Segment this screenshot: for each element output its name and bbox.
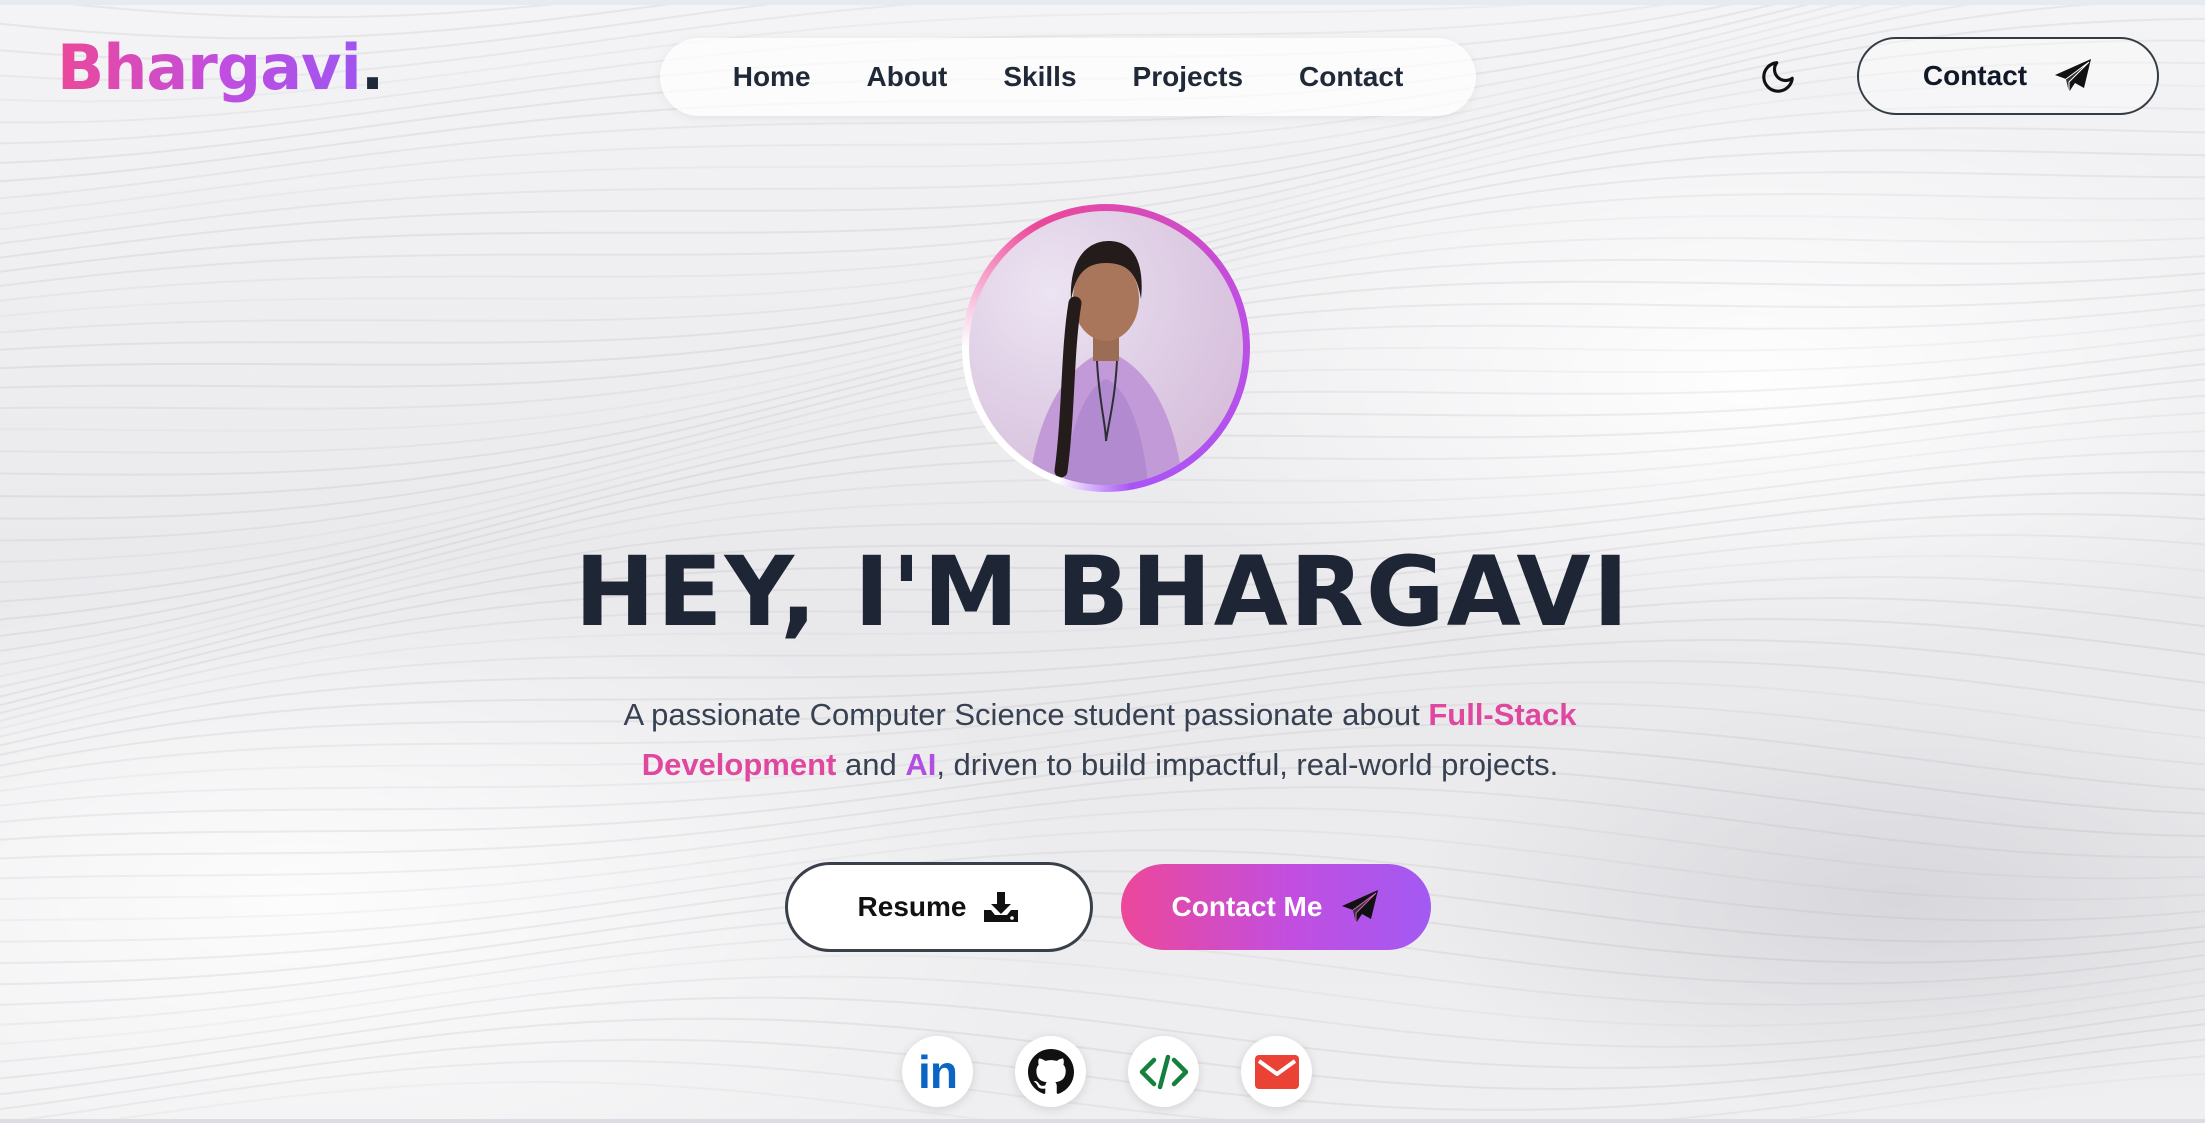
linkedin-link[interactable]: in [902, 1036, 973, 1107]
nav-contact[interactable]: Contact [1299, 61, 1403, 93]
header-contact-label: Contact [1922, 60, 2028, 91]
subtitle-highlight-ai: AI [905, 747, 937, 782]
main-nav: Home About Skills Projects Contact [660, 38, 1476, 116]
brand-logo[interactable]: Bhargavi. [57, 28, 385, 108]
nav-home[interactable]: Home [733, 61, 811, 93]
gmail-link[interactable] [1241, 1036, 1312, 1107]
profile-avatar [969, 211, 1243, 485]
nav-skills[interactable]: Skills [1003, 61, 1076, 93]
profile-photo [1029, 241, 1183, 485]
resume-label: Resume [857, 891, 967, 922]
brand-name: Bhargavi [57, 31, 362, 104]
linkedin-icon: in [918, 1045, 958, 1098]
subtitle-suffix: , driven to build impactful, real-world … [936, 747, 1559, 782]
social-links: in [902, 1036, 1312, 1107]
code-icon [1139, 1054, 1188, 1089]
paper-plane-icon [1342, 890, 1379, 923]
contact-me-label: Contact Me [1171, 891, 1323, 922]
github-icon [1027, 1048, 1074, 1094]
gmail-icon [1254, 1054, 1299, 1089]
contact-me-button[interactable]: Contact Me [1121, 864, 1431, 950]
download-icon [984, 892, 1019, 922]
bottom-border [0, 1119, 2205, 1123]
nav-projects[interactable]: Projects [1133, 61, 1244, 93]
header-contact-button[interactable]: Contact [1857, 37, 2159, 115]
paper-plane-icon [2055, 59, 2092, 92]
subtitle-mid: and [836, 747, 906, 782]
brand-dot: . [360, 31, 385, 104]
subtitle-prefix: A passionate Computer Science student pa… [623, 697, 1429, 732]
hero-subtitle: A passionate Computer Science student pa… [590, 690, 1610, 790]
moon-icon [1762, 61, 1794, 93]
hero-title: HEY, I'M BHARGAVI [574, 536, 1631, 648]
theme-toggle-button[interactable] [1757, 56, 1799, 98]
code-link[interactable] [1128, 1036, 1199, 1107]
top-border [0, 0, 2205, 5]
github-link[interactable] [1015, 1036, 1086, 1107]
nav-about[interactable]: About [867, 61, 948, 93]
resume-button[interactable]: Resume [785, 862, 1093, 952]
